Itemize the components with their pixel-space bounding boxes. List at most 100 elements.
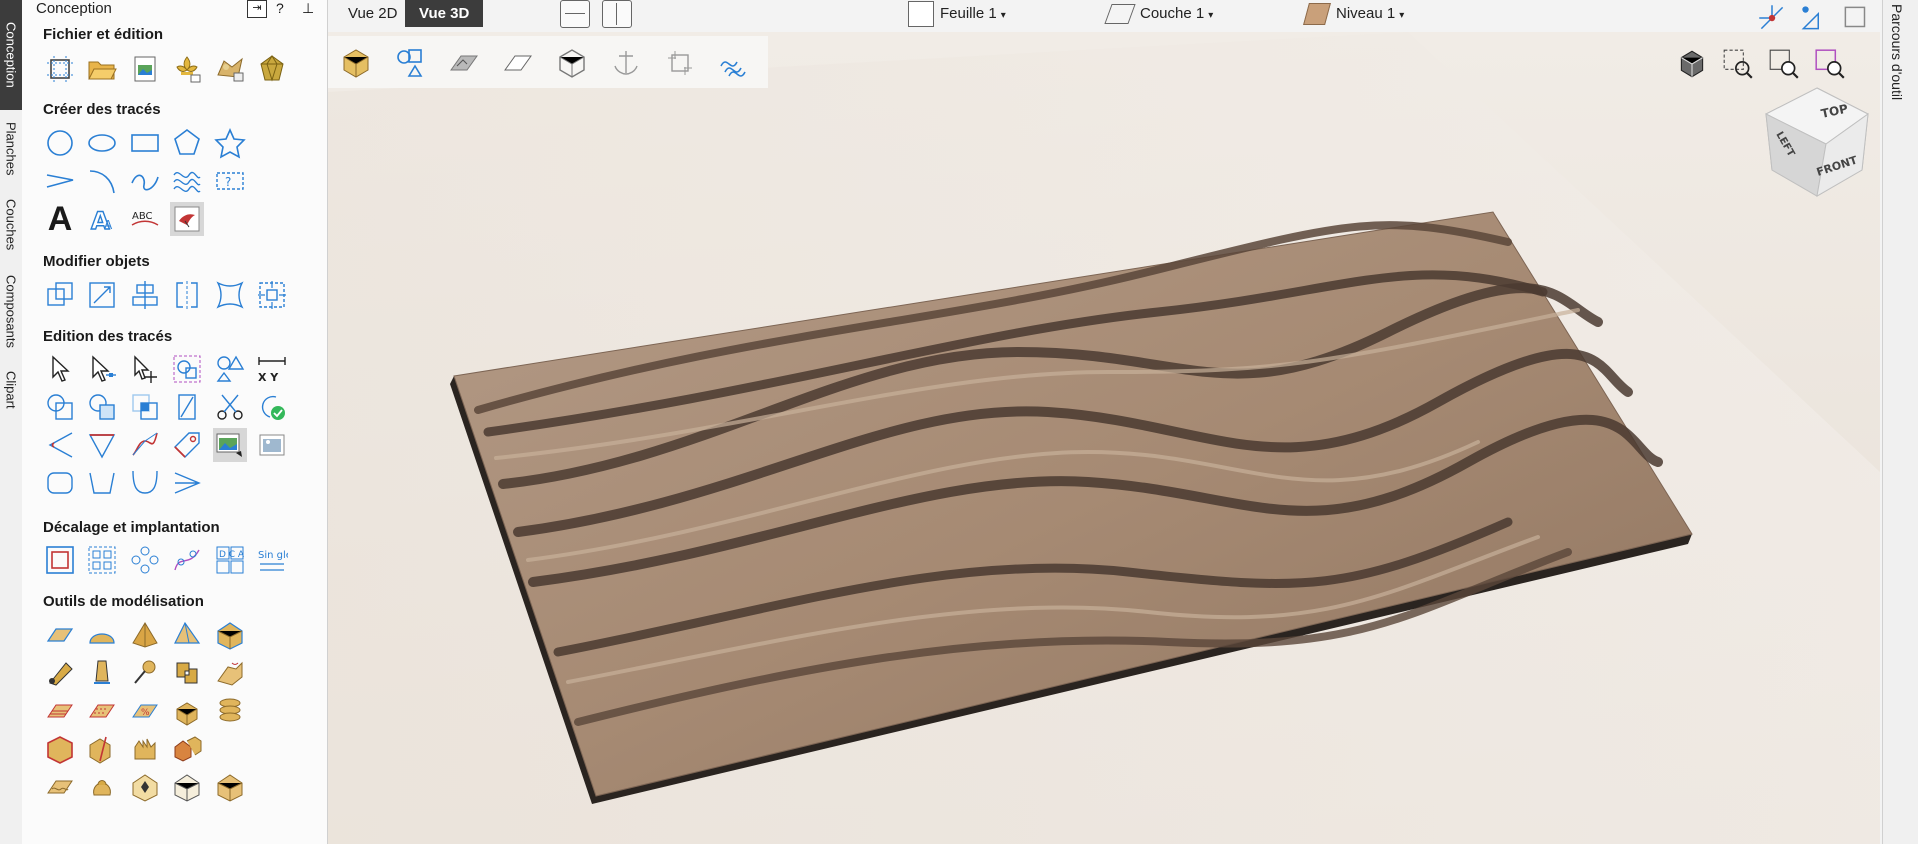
snap-grid-button[interactable] bbox=[1796, 0, 1832, 36]
draw-text-button[interactable]: A bbox=[43, 202, 77, 236]
open-shape-button[interactable] bbox=[85, 466, 119, 500]
boolean-button[interactable] bbox=[170, 390, 204, 424]
model-flat-button[interactable] bbox=[43, 618, 77, 652]
model-texture-button[interactable] bbox=[43, 694, 77, 728]
collapse-panel-button[interactable]: ⇥ bbox=[247, 0, 267, 18]
node-edit-button[interactable] bbox=[85, 352, 119, 386]
smooth-relief-button[interactable] bbox=[85, 656, 119, 690]
rounded-rect-button[interactable] bbox=[43, 466, 77, 500]
copy-along-button[interactable] bbox=[128, 543, 162, 577]
show-bitmap-button[interactable] bbox=[444, 44, 484, 82]
job-setup-button[interactable] bbox=[43, 52, 77, 86]
chamfer-button[interactable] bbox=[85, 428, 119, 462]
single-line-text-button[interactable]: Sin gle bbox=[255, 543, 289, 577]
dimension-text-button[interactable]: ? bbox=[213, 164, 247, 198]
offset-button[interactable] bbox=[43, 543, 77, 577]
toolpath-preview-button[interactable] bbox=[714, 44, 754, 82]
anchor-button[interactable] bbox=[606, 44, 646, 82]
array-copy-button[interactable] bbox=[255, 278, 289, 312]
scissors-button[interactable] bbox=[213, 390, 247, 424]
split-view-layout-button[interactable] bbox=[602, 0, 632, 28]
open-file-button[interactable] bbox=[85, 52, 119, 86]
tab-conception[interactable]: Conception bbox=[0, 0, 22, 110]
draw-circle-button[interactable] bbox=[43, 126, 77, 160]
bake-relief-button[interactable] bbox=[43, 732, 77, 766]
tab-composants[interactable]: Composants bbox=[0, 266, 22, 356]
intersect-button[interactable] bbox=[128, 390, 162, 424]
model-extrude-button[interactable] bbox=[213, 618, 247, 652]
tab-2d-view[interactable]: Vue 2D bbox=[334, 0, 411, 27]
view-mode-button[interactable] bbox=[1674, 46, 1710, 82]
texture-relief-button[interactable] bbox=[213, 656, 247, 690]
sculpt-button[interactable] bbox=[43, 656, 77, 690]
draw-star-button[interactable] bbox=[213, 126, 247, 160]
draw-polygon-button[interactable] bbox=[170, 126, 204, 160]
join-vectors-button[interactable] bbox=[213, 352, 247, 386]
labels-button[interactable]: D C A B bbox=[213, 543, 247, 577]
help-button[interactable]: ? bbox=[276, 0, 284, 16]
save-file-button[interactable] bbox=[128, 52, 162, 86]
trace-image-button[interactable] bbox=[213, 428, 247, 462]
clip-plane-button[interactable] bbox=[660, 44, 700, 82]
snap-node-button[interactable] bbox=[1754, 0, 1790, 36]
measure-button[interactable]: X Y bbox=[255, 352, 289, 386]
tab-clipart[interactable]: Clipart bbox=[0, 364, 22, 416]
zoom-extents-button[interactable] bbox=[1766, 46, 1802, 82]
close-vectors-button[interactable] bbox=[255, 390, 289, 424]
select-button[interactable] bbox=[43, 352, 77, 386]
wizard-relief-button[interactable] bbox=[128, 656, 162, 690]
distort-object-button[interactable] bbox=[213, 278, 247, 312]
transform-select-button[interactable] bbox=[128, 352, 162, 386]
model-dome-button[interactable] bbox=[85, 618, 119, 652]
tab-planches[interactable]: Planches bbox=[0, 116, 22, 182]
angle-lines-button[interactable] bbox=[170, 466, 204, 500]
auto-layout-text-button[interactable]: AA bbox=[85, 202, 119, 236]
interactive-trim-button[interactable] bbox=[170, 352, 204, 386]
model-cone-button[interactable] bbox=[170, 618, 204, 652]
show-material-button[interactable] bbox=[498, 44, 538, 82]
mirror-object-button[interactable] bbox=[170, 278, 204, 312]
import-3d-model-button[interactable] bbox=[255, 52, 289, 86]
zoom-selection-button[interactable] bbox=[1812, 46, 1848, 82]
pin-button[interactable]: ⊥ bbox=[302, 0, 314, 17]
model-pyramid-button[interactable] bbox=[128, 618, 162, 652]
layer-dropdown[interactable]: Couche 1 ▾ bbox=[1104, 0, 1213, 27]
tab-couches[interactable]: Couches bbox=[0, 192, 22, 258]
blend-button[interactable]: % bbox=[128, 694, 162, 728]
draw-rectangle-button[interactable] bbox=[128, 126, 162, 160]
zoom-region-button[interactable] bbox=[1720, 46, 1756, 82]
level-dropdown[interactable]: Niveau 1 ▾ bbox=[1303, 0, 1404, 27]
trace-bitmap-button[interactable] bbox=[170, 202, 204, 236]
weld-button[interactable] bbox=[43, 390, 77, 424]
draw-wave-button[interactable] bbox=[170, 164, 204, 198]
draw-polyline-button[interactable] bbox=[43, 164, 77, 198]
3d-viewport[interactable]: TOP LEFT FRONT bbox=[328, 32, 1880, 844]
draw-ellipse-button[interactable] bbox=[85, 126, 119, 160]
snap-box-button[interactable] bbox=[1838, 0, 1874, 36]
tab-3d-view[interactable]: Vue 3D bbox=[405, 0, 484, 27]
golden-cube-button[interactable] bbox=[213, 770, 247, 804]
sheet-dropdown[interactable]: Feuille 1 ▾ bbox=[908, 0, 1006, 28]
text-on-curve-button[interactable]: ABC bbox=[128, 202, 162, 236]
fillet-button[interactable] bbox=[43, 428, 77, 462]
extend-vector-button[interactable] bbox=[170, 428, 204, 462]
flame-relief-button[interactable] bbox=[128, 732, 162, 766]
move-object-button[interactable] bbox=[43, 278, 77, 312]
show-vectors-button[interactable] bbox=[390, 44, 430, 82]
bitmap-options-button[interactable] bbox=[255, 428, 289, 462]
smooth-curve-button[interactable] bbox=[128, 428, 162, 462]
import-component-button[interactable] bbox=[213, 52, 247, 86]
align-objects-button[interactable] bbox=[128, 278, 162, 312]
weave-button[interactable] bbox=[170, 656, 204, 690]
subtract-button[interactable] bbox=[85, 390, 119, 424]
fade-relief-button[interactable] bbox=[170, 694, 204, 728]
u-curve-button[interactable] bbox=[128, 466, 162, 500]
import-vector-button[interactable] bbox=[170, 52, 204, 86]
box-relief-button[interactable] bbox=[170, 770, 204, 804]
nesting-button[interactable] bbox=[85, 543, 119, 577]
model-inverted-button[interactable] bbox=[85, 694, 119, 728]
scale-object-button[interactable] bbox=[85, 278, 119, 312]
wireframe-button[interactable] bbox=[552, 44, 592, 82]
tab-toolpaths[interactable]: Parcours d'outil bbox=[1889, 4, 1905, 100]
view-cube[interactable]: TOP LEFT FRONT bbox=[1762, 84, 1872, 202]
